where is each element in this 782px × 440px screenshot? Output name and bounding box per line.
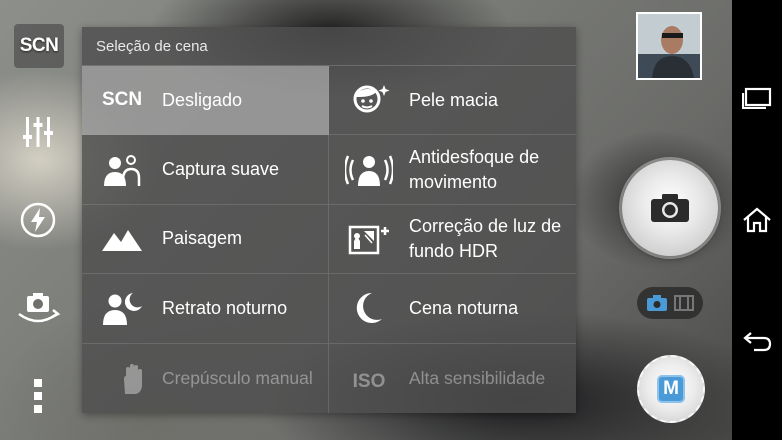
home-icon xyxy=(743,207,771,233)
soft-skin-icon xyxy=(353,85,390,113)
photo-mode-icon[interactable] xyxy=(646,294,668,312)
recent-apps-icon xyxy=(742,87,772,109)
back-button[interactable] xyxy=(732,320,782,364)
switch-camera-button[interactable] xyxy=(12,286,64,330)
shutter-button[interactable] xyxy=(622,160,718,256)
flash-button[interactable] xyxy=(12,198,64,242)
scene-item-label: Crepúsculo manual xyxy=(162,367,313,388)
scene-item-captura-suave[interactable]: Captura suave xyxy=(82,135,329,205)
more-options-button[interactable] xyxy=(12,374,64,418)
adjustments-button[interactable] xyxy=(12,110,64,154)
anti-motion-blur-icon xyxy=(345,155,393,186)
scene-item-label: Pele macia xyxy=(409,89,499,110)
scene-item-paisagem[interactable]: Paisagem xyxy=(82,204,329,275)
scene-item-label: Retrato noturno xyxy=(162,297,288,318)
soft-snap-icon xyxy=(104,154,141,186)
more-options-icon xyxy=(34,379,42,413)
video-mode-icon[interactable] xyxy=(674,295,694,311)
flash-auto-icon xyxy=(20,202,56,238)
scene-item-desligado[interactable]: SCN Desligado xyxy=(82,66,329,136)
switch-camera-icon xyxy=(18,293,61,323)
high-sensitivity-icon: ISO xyxy=(352,371,386,393)
last-photo-thumbnail[interactable] xyxy=(636,12,702,80)
backlight-hdr-icon xyxy=(348,225,389,255)
scene-item-alta-sensibilidade[interactable]: ISO Alta sensibilidade xyxy=(329,344,576,413)
landscape-icon xyxy=(102,229,142,251)
scene-selection-panel: Seleção de cena SCN Desligado Pele macia xyxy=(82,27,576,413)
manual-mode-label: M xyxy=(657,375,685,403)
scene-item-label: Alta sensibilidade xyxy=(409,367,546,388)
manual-mode-button[interactable]: M xyxy=(637,355,705,423)
handheld-twilight-icon xyxy=(104,364,142,395)
scene-item-antidesfoque[interactable]: Antidesfoque de movimento xyxy=(329,135,576,205)
recent-apps-button[interactable] xyxy=(732,76,782,120)
scene-item-label: Captura suave xyxy=(162,159,280,180)
panel-title: Seleção de cena xyxy=(82,27,576,66)
photo-video-switch[interactable] xyxy=(637,287,703,319)
scene-item-retrato-noturno[interactable]: Retrato noturno xyxy=(82,274,329,344)
scene-mode-button[interactable]: SCN xyxy=(14,24,64,68)
scene-item-pele-macia[interactable]: Pele macia xyxy=(329,66,576,136)
scene-item-hdr[interactable]: Correção de luz de fundo HDR xyxy=(329,205,576,275)
scene-item-label: Desligado xyxy=(162,89,243,110)
scene-item-label: Paisagem xyxy=(162,228,243,249)
navigation-bar xyxy=(732,0,782,440)
scene-item-crepusculo-manual[interactable]: Crepúsculo manual xyxy=(82,343,329,413)
adjustments-icon xyxy=(23,117,53,147)
camera-icon xyxy=(651,194,689,222)
scene-item-label: Cena noturna xyxy=(409,297,519,318)
home-button[interactable] xyxy=(732,198,782,242)
night-scene-icon xyxy=(356,293,382,324)
back-icon xyxy=(743,332,772,352)
scene-item-label: Correção de luz de fundo HDR xyxy=(409,215,562,261)
scene-grid: SCN Desligado Pele macia Captura suave A… xyxy=(82,66,576,413)
night-portrait-icon xyxy=(103,293,142,326)
scn-off-icon: SCN xyxy=(101,89,143,111)
thumbnail-image xyxy=(638,14,700,78)
scene-item-label: Antidesfoque de movimento xyxy=(409,146,540,192)
scene-item-cena-noturna[interactable]: Cena noturna xyxy=(329,274,576,344)
scene-mode-button-label: SCN xyxy=(19,35,59,56)
